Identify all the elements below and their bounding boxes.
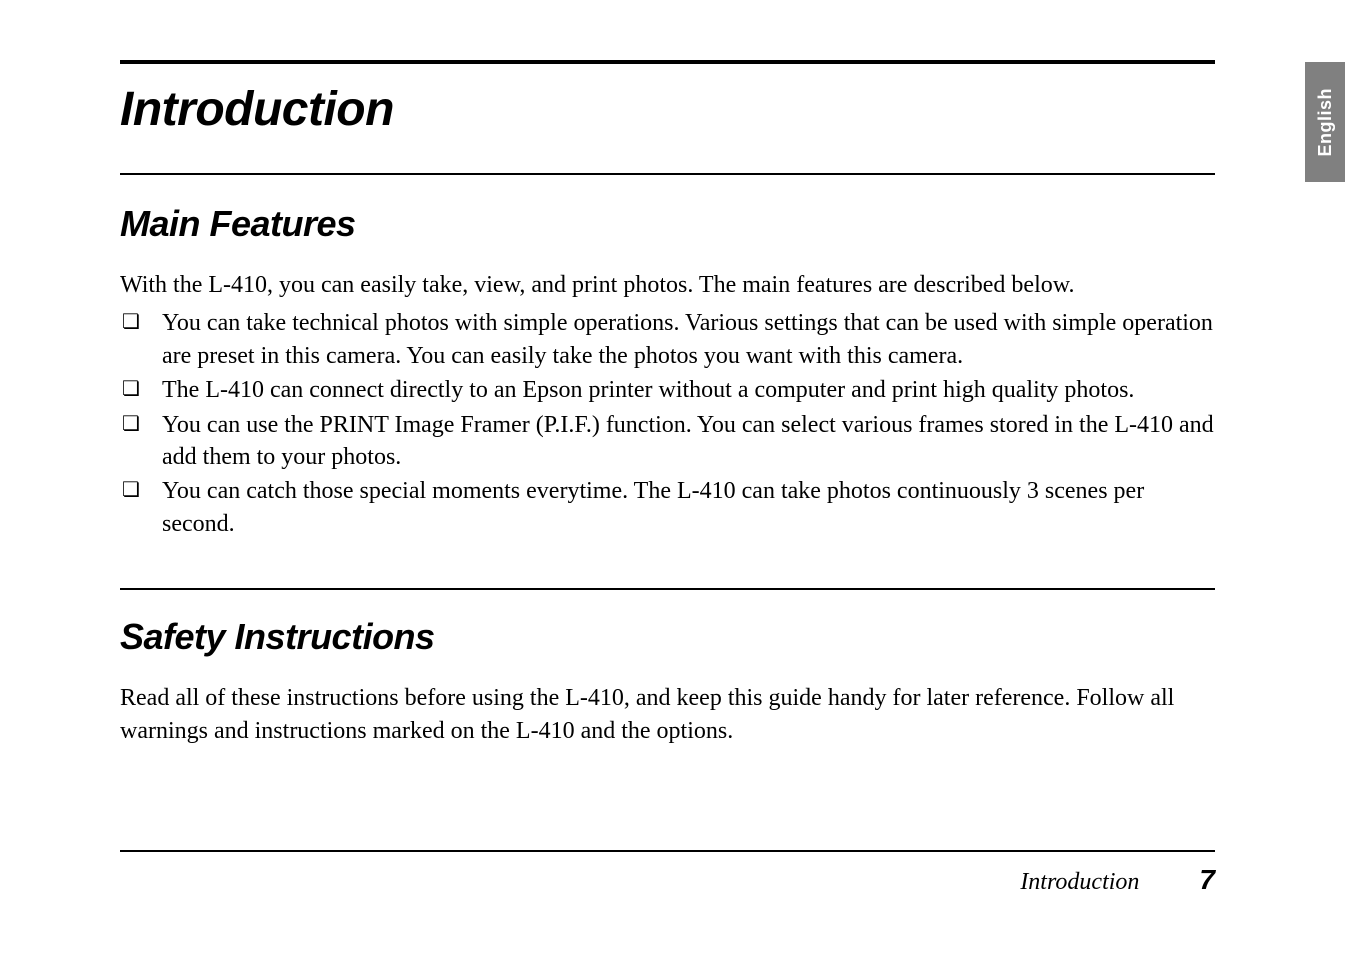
page-content: Introduction Main Features With the L-41… <box>0 0 1345 747</box>
footer-content: Introduction 7 <box>120 864 1215 896</box>
list-item: ❏ You can take technical photos with sim… <box>120 307 1215 372</box>
bullet-icon: ❏ <box>120 475 162 505</box>
footer-rule <box>120 850 1215 852</box>
chapter-top-rule <box>120 60 1215 64</box>
section-heading-safety: Safety Instructions <box>120 616 1215 658</box>
list-item: ❏ You can use the PRINT Image Framer (P.… <box>120 409 1215 474</box>
section-rule-safety <box>120 588 1215 590</box>
footer-page-number: 7 <box>1199 864 1215 896</box>
bullet-text: The L-410 can connect directly to an Eps… <box>162 374 1215 406</box>
bullet-icon: ❏ <box>120 307 162 337</box>
bullet-text: You can use the PRINT Image Framer (P.I.… <box>162 409 1215 474</box>
list-item: ❏ You can catch those special moments ev… <box>120 475 1215 540</box>
bullet-icon: ❏ <box>120 409 162 439</box>
page-footer: Introduction 7 <box>120 850 1215 896</box>
chapter-title: Introduction <box>120 82 1215 137</box>
safety-body: Read all of these instructions before us… <box>120 682 1215 747</box>
language-tab-label: English <box>1315 88 1336 157</box>
bullet-icon: ❏ <box>120 374 162 404</box>
bullet-text: You can take technical photos with simpl… <box>162 307 1215 372</box>
section-heading-main-features: Main Features <box>120 203 1215 245</box>
bullet-text: You can catch those special moments ever… <box>162 475 1215 540</box>
chapter-bottom-rule <box>120 173 1215 175</box>
main-features-intro: With the L-410, you can easily take, vie… <box>120 269 1215 301</box>
list-item: ❏ The L-410 can connect directly to an E… <box>120 374 1215 406</box>
footer-section-name: Introduction <box>1020 869 1139 896</box>
main-features-list: ❏ You can take technical photos with sim… <box>120 307 1215 540</box>
language-tab: English <box>1305 62 1345 182</box>
